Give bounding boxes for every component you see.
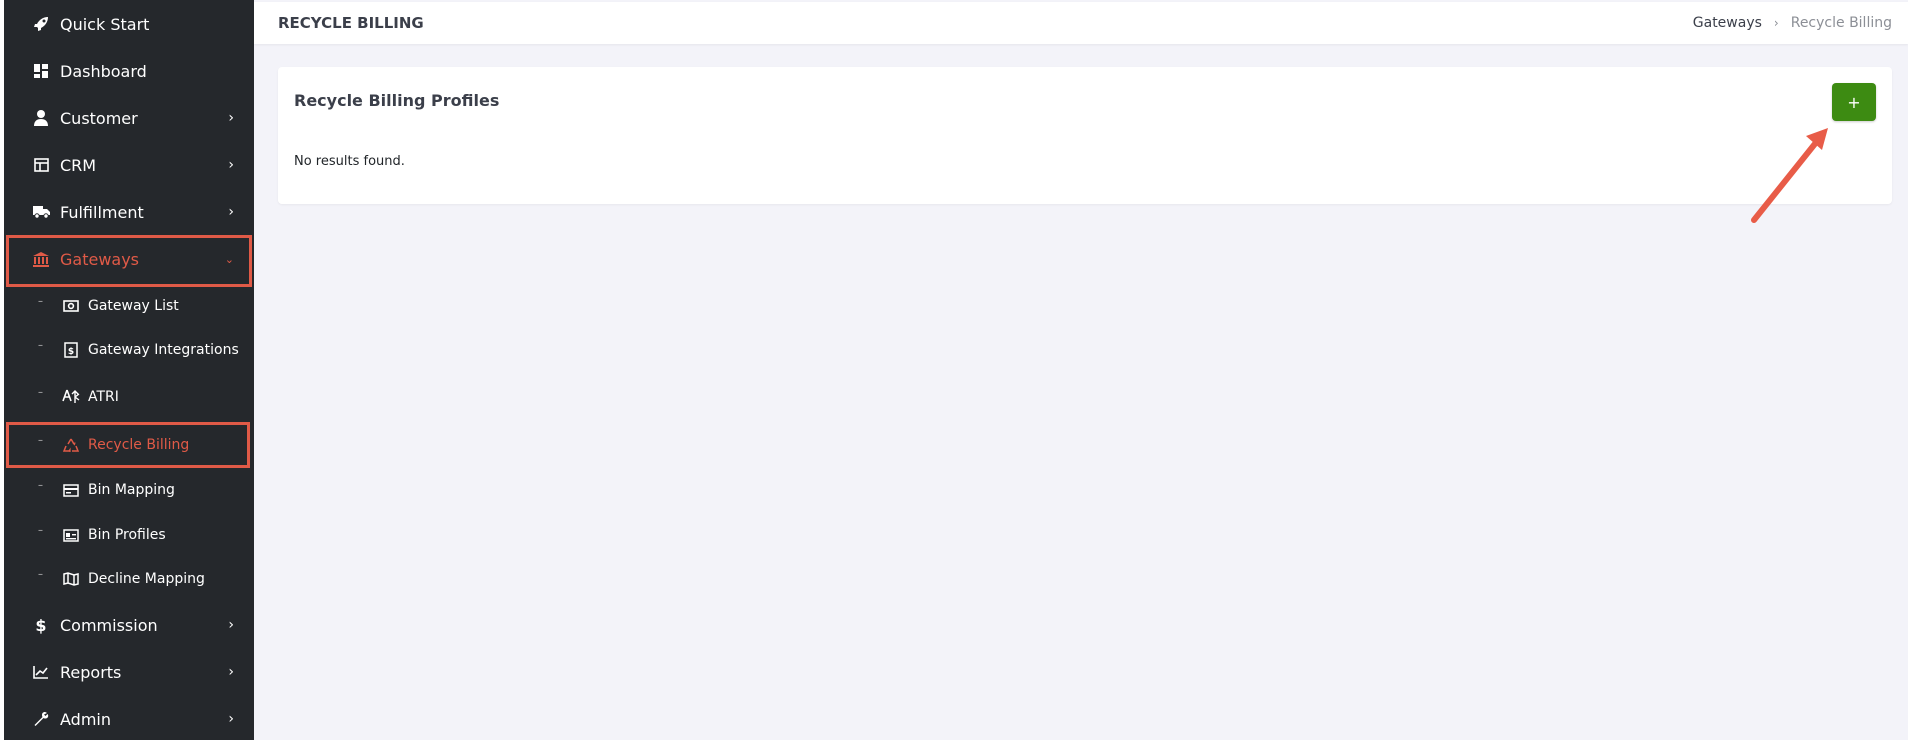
add-profile-button[interactable]: + — [1832, 83, 1876, 121]
truck-icon — [32, 203, 50, 221]
breadcrumb-gateways-link[interactable]: Gateways — [1693, 15, 1762, 31]
topbar: RECYCLE BILLING Gateways › Recycle Billi… — [254, 2, 1908, 44]
page-title: RECYCLE BILLING — [278, 14, 424, 32]
chevron-right-icon: › — [228, 711, 234, 727]
sidebar-subitem-label: Gateway Integrations — [88, 342, 239, 358]
dash-marker: – — [38, 387, 43, 398]
chevron-right-icon: › — [228, 664, 234, 680]
sidebar: Quick Start Dashboard Customer › CRM › F… — [0, 0, 254, 740]
sidebar-item-label: CRM — [60, 155, 97, 175]
sidebar-subitem-gateway-integrations[interactable]: – $ Gateway Integrations — [8, 330, 254, 370]
sidebar-item-crm[interactable]: CRM › — [8, 142, 254, 188]
dash-marker: – — [38, 525, 43, 536]
sidebar-subitem-recycle-billing[interactable]: – Recycle Billing — [8, 425, 254, 465]
recycle-billing-profiles-card: Recycle Billing Profiles + No results fo… — [278, 67, 1892, 204]
dashboard-icon — [32, 62, 50, 80]
breadcrumb-current: Recycle Billing — [1790, 15, 1892, 31]
sidebar-item-label: Customer — [60, 108, 138, 128]
map-icon — [62, 570, 80, 588]
sidebar-item-fulfillment[interactable]: Fulfillment › — [8, 189, 254, 235]
sidebar-item-dashboard[interactable]: Dashboard — [8, 48, 254, 94]
id-card-icon — [62, 526, 80, 544]
dash-marker: – — [38, 340, 43, 351]
sidebar-item-label: Admin — [60, 709, 111, 729]
user-icon — [32, 109, 50, 127]
rocket-icon — [32, 15, 50, 33]
sidebar-item-customer[interactable]: Customer › — [8, 95, 254, 141]
sidebar-subitem-bin-mapping[interactable]: – Bin Mapping — [8, 470, 254, 510]
chevron-right-icon: › — [228, 110, 234, 126]
wrench-icon — [32, 710, 50, 728]
sidebar-subitem-gateway-list[interactable]: – Gateway List — [8, 286, 254, 326]
recycle-icon — [62, 436, 80, 454]
dash-marker: – — [38, 569, 43, 580]
card-icon — [62, 481, 80, 499]
dash-marker: – — [38, 296, 43, 307]
sidebar-subitem-bin-profiles[interactable]: – Bin Profiles — [8, 515, 254, 555]
sidebar-subitem-label: Bin Mapping — [88, 482, 175, 498]
money-icon — [62, 297, 80, 315]
sidebar-item-label: Commission — [60, 615, 158, 635]
sidebar-item-label: Quick Start — [60, 14, 150, 34]
crm-icon — [32, 156, 50, 174]
sidebar-subitem-decline-mapping[interactable]: – Decline Mapping — [8, 559, 254, 599]
empty-state-text: No results found. — [294, 154, 405, 169]
chevron-down-icon: ⌄ — [224, 252, 234, 266]
sidebar-subitem-label: Gateway List — [88, 298, 179, 314]
sidebar-item-quick-start[interactable]: Quick Start — [8, 1, 254, 47]
chevron-right-icon: › — [1773, 16, 1779, 30]
sidebar-subitem-label: Bin Profiles — [88, 527, 166, 543]
sidebar-item-commission[interactable]: $ Commission › — [8, 602, 254, 648]
dollar-icon: $ — [35, 615, 47, 635]
card-title: Recycle Billing Profiles — [294, 91, 500, 110]
dash-marker: – — [38, 435, 43, 446]
sidebar-subitem-label: ATRI — [88, 389, 119, 405]
breadcrumb: Gateways › Recycle Billing — [1693, 15, 1892, 31]
sidebar-item-gateways[interactable]: Gateways ⌄ — [8, 236, 254, 282]
svg-text:$: $ — [68, 347, 74, 357]
sidebar-item-admin[interactable]: Admin › — [8, 696, 254, 740]
sidebar-subitem-atri[interactable]: – ATRI — [8, 377, 254, 417]
sidebar-item-label: Dashboard — [60, 61, 147, 81]
sidebar-subitem-label: Recycle Billing — [88, 437, 190, 453]
network-icon — [62, 388, 80, 406]
sidebar-item-label: Gateways — [60, 249, 140, 269]
chevron-right-icon: › — [228, 157, 234, 173]
sidebar-item-label: Reports — [60, 662, 122, 682]
chart-icon — [32, 663, 50, 681]
sidebar-item-label: Fulfillment — [60, 202, 144, 222]
dash-marker: – — [38, 480, 43, 491]
chevron-right-icon: › — [228, 617, 234, 633]
sidebar-item-reports[interactable]: Reports › — [8, 649, 254, 695]
sidebar-subitem-label: Decline Mapping — [88, 571, 205, 587]
bank-icon — [32, 250, 50, 268]
chevron-right-icon: › — [228, 204, 234, 220]
invoice-icon: $ — [62, 341, 80, 359]
